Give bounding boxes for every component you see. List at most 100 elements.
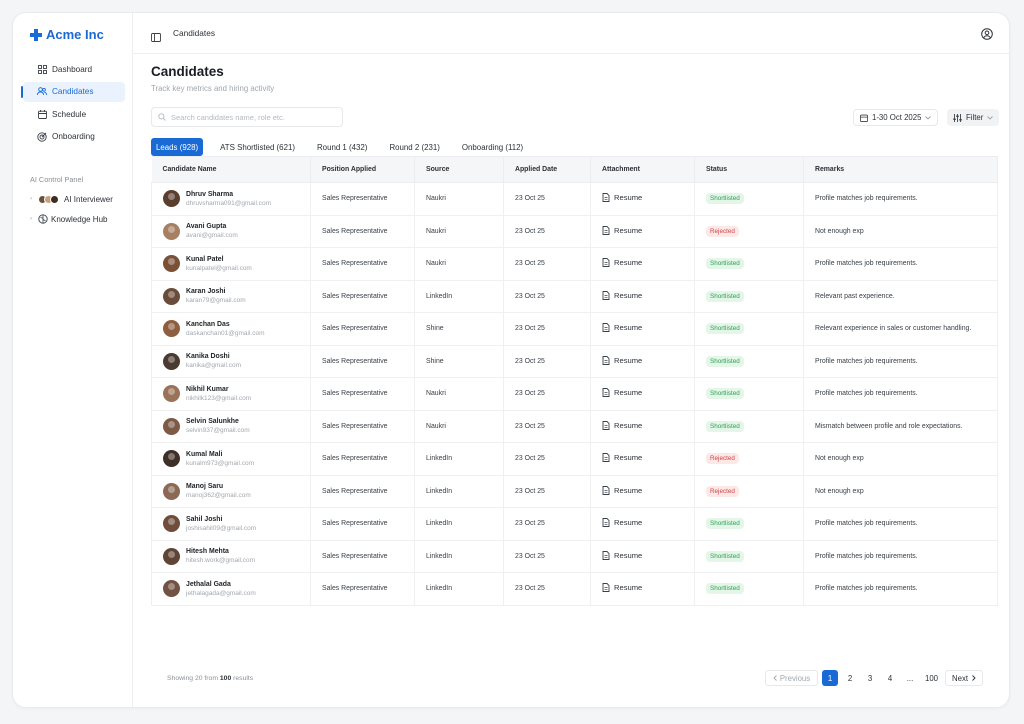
table-row[interactable]: Kunal Patel kunalpatel@gmail.com Sales Rep… (151, 247, 998, 281)
resume-link[interactable]: Resume (602, 323, 642, 332)
table-row[interactable]: Manoj Saru manoj362@gmail.com Sales Repres… (151, 475, 998, 508)
brand-logo[interactable]: Acme Inc (30, 27, 104, 42)
cell-source: Shine (414, 345, 504, 378)
table-row[interactable]: Karan Joshi karan79@gmail.com Sales Repres… (151, 280, 998, 313)
candidate-name[interactable]: Karan Joshi (186, 288, 246, 295)
table-row[interactable]: Kanika Doshi kanika@gmail.com Sales Repres… (151, 345, 998, 378)
column-header-applied-date[interactable]: Applied Date (503, 156, 591, 183)
search-box (151, 107, 343, 127)
stage-tabs: Leads (928) ATS Shortlisted (621) Round … (151, 138, 540, 156)
page-button-3[interactable]: 3 (862, 670, 878, 686)
candidate-text: Selvin Salunkhe selvin937@gmail.com (186, 418, 250, 434)
sidebar-item-onboarding[interactable]: Onboarding (23, 127, 125, 147)
previous-page-button[interactable]: Previous (765, 670, 818, 686)
resume-link[interactable]: Resume (602, 356, 642, 365)
column-header-attachment[interactable]: Attachment (590, 156, 695, 183)
sidebar-item-schedule[interactable]: Schedule (23, 104, 125, 124)
sidebar-item-dashboard[interactable]: Dashboard (23, 59, 125, 79)
page-button-1[interactable]: 1 (822, 670, 838, 686)
column-header-source[interactable]: Source (414, 156, 504, 183)
sidebar-item-label: Candidates (52, 87, 94, 96)
candidate-name[interactable]: Kanika Doshi (186, 353, 241, 360)
previous-label: Previous (779, 673, 811, 683)
page-button-100[interactable]: 100 (922, 670, 941, 686)
table-row[interactable]: Hitesh Mehta hitesh.work@gmail.com Sales R… (151, 540, 998, 573)
candidate-name[interactable]: Dhruv Sharma (186, 191, 271, 198)
candidate-name[interactable]: Kunal Patel (186, 256, 252, 263)
column-header-status[interactable]: Status (694, 156, 804, 183)
candidate-text: Kanika Doshi kanika@gmail.com (186, 353, 241, 369)
next-page-button[interactable]: Next (945, 670, 984, 686)
page-button-2[interactable]: 2 (842, 670, 858, 686)
user-account-icon[interactable] (981, 27, 993, 45)
table-row[interactable]: Kanchan Das daskanchan01@gmail.com Sales R… (151, 312, 998, 346)
cell-position: Sales Representative (310, 215, 415, 248)
resume-link[interactable]: Resume (602, 226, 642, 235)
candidate-name[interactable]: Sahil Joshi (186, 516, 256, 523)
tab-ats-shortlisted[interactable]: ATS Shortlisted (621) (215, 138, 300, 156)
cell-source: Shine (414, 312, 504, 346)
avatar (163, 190, 180, 208)
candidate-name[interactable]: Selvin Salunkhe (186, 418, 250, 425)
avatar (163, 222, 180, 240)
cell-position: Sales Representative (310, 475, 415, 508)
candidate-name[interactable]: Nikhil Kumar (186, 386, 251, 393)
candidate-name[interactable]: Hitesh Mehta (186, 548, 255, 555)
cell-candidate: Dhruv Sharma dhruvsharma091@gmail.com (151, 182, 311, 216)
cell-remarks: Profile matches job requirements. (803, 182, 998, 216)
candidate-name[interactable]: Avani Gupta (186, 223, 238, 230)
candidate-text: Kanchan Das daskanchan01@gmail.com (186, 321, 265, 337)
table-row[interactable]: Avani Gupta avani@gmail.com Sales Represen… (151, 215, 998, 248)
candidate-name[interactable]: Kanchan Das (186, 321, 265, 328)
resume-link[interactable]: Resume (602, 486, 642, 495)
cell-remarks: Profile matches job requirements. (803, 507, 998, 541)
tab-round-2[interactable]: Round 2 (231) (384, 138, 444, 156)
resume-link[interactable]: Resume (602, 258, 642, 267)
sidebar-toggle-icon[interactable] (151, 29, 161, 47)
table-row[interactable]: Sahil Joshi joshisahil09@gmail.com Sales R… (151, 507, 998, 541)
candidate-email: jethalagada@gmail.com (186, 589, 256, 597)
column-header-remarks[interactable]: Remarks (803, 156, 998, 183)
ai-control-list: › AI Interviewer › Knowledge Hub (27, 189, 131, 229)
cell-source: Naukri (414, 182, 504, 216)
candidate-name[interactable]: Jethalal Gada (186, 581, 256, 588)
cell-candidate: Sahil Joshi joshisahil09@gmail.com (151, 507, 311, 541)
date-range-button[interactable]: 1-30 Oct 2025 (853, 109, 939, 126)
resume-link[interactable]: Resume (602, 421, 642, 430)
table-row[interactable]: Jethalal Gada jethalagada@gmail.com Sales … (151, 572, 998, 606)
tab-leads[interactable]: Leads (928) (151, 138, 204, 156)
status-badge: Shortlisted (706, 355, 744, 367)
next-label: Next (952, 673, 969, 683)
resume-link[interactable]: Resume (602, 551, 642, 560)
candidate-email: nikhilk123@gmail.com (186, 394, 252, 402)
tab-round-1[interactable]: Round 1 (432) (312, 138, 372, 156)
cell-source: Naukri (414, 377, 504, 411)
resume-link[interactable]: Resume (602, 583, 642, 592)
candidate-name[interactable]: Manoj Saru (186, 483, 251, 490)
candidate-name[interactable]: Kumal Mali (186, 451, 254, 458)
table-row[interactable]: Nikhil Kumar nikhilk123@gmail.com Sales Re… (151, 377, 998, 411)
table-row[interactable]: Selvin Salunkhe selvin937@gmail.com Sales … (151, 410, 998, 443)
column-header-position[interactable]: Position Applied (310, 156, 415, 183)
cell-attachment: Resume (590, 507, 695, 541)
calendar-icon (860, 114, 868, 122)
resume-link[interactable]: Resume (602, 453, 642, 462)
cell-status: Shortlisted (694, 312, 804, 346)
tab-onboarding[interactable]: Onboarding (112) (457, 138, 528, 156)
table-row[interactable]: Kumal Mali kunalm973@gmail.com Sales Repre… (151, 442, 998, 476)
table-row[interactable]: Dhruv Sharma dhruvsharma091@gmail.com Sale… (151, 182, 998, 216)
sidebar-item-knowledge-hub[interactable]: › Knowledge Hub (27, 209, 131, 229)
resume-link[interactable]: Resume (602, 388, 642, 397)
resume-link[interactable]: Resume (602, 291, 642, 300)
resume-link[interactable]: Resume (602, 193, 642, 202)
sidebar-item-ai-interviewer[interactable]: › AI Interviewer (27, 189, 131, 209)
filter-button[interactable]: Filter (947, 109, 1000, 126)
sidebar-item-candidates[interactable]: Candidates (21, 81, 125, 102)
page-button-4[interactable]: 4 (882, 670, 898, 686)
cell-applied-date: 23 Oct 25 (503, 182, 591, 216)
search-input[interactable] (171, 112, 341, 122)
column-header-candidate-name[interactable]: Candidate Name (151, 156, 311, 183)
cell-position: Sales Representative (310, 312, 415, 346)
candidate-cell: Kunal Patel kunalpatel@gmail.com (163, 255, 310, 273)
resume-link[interactable]: Resume (602, 518, 642, 527)
